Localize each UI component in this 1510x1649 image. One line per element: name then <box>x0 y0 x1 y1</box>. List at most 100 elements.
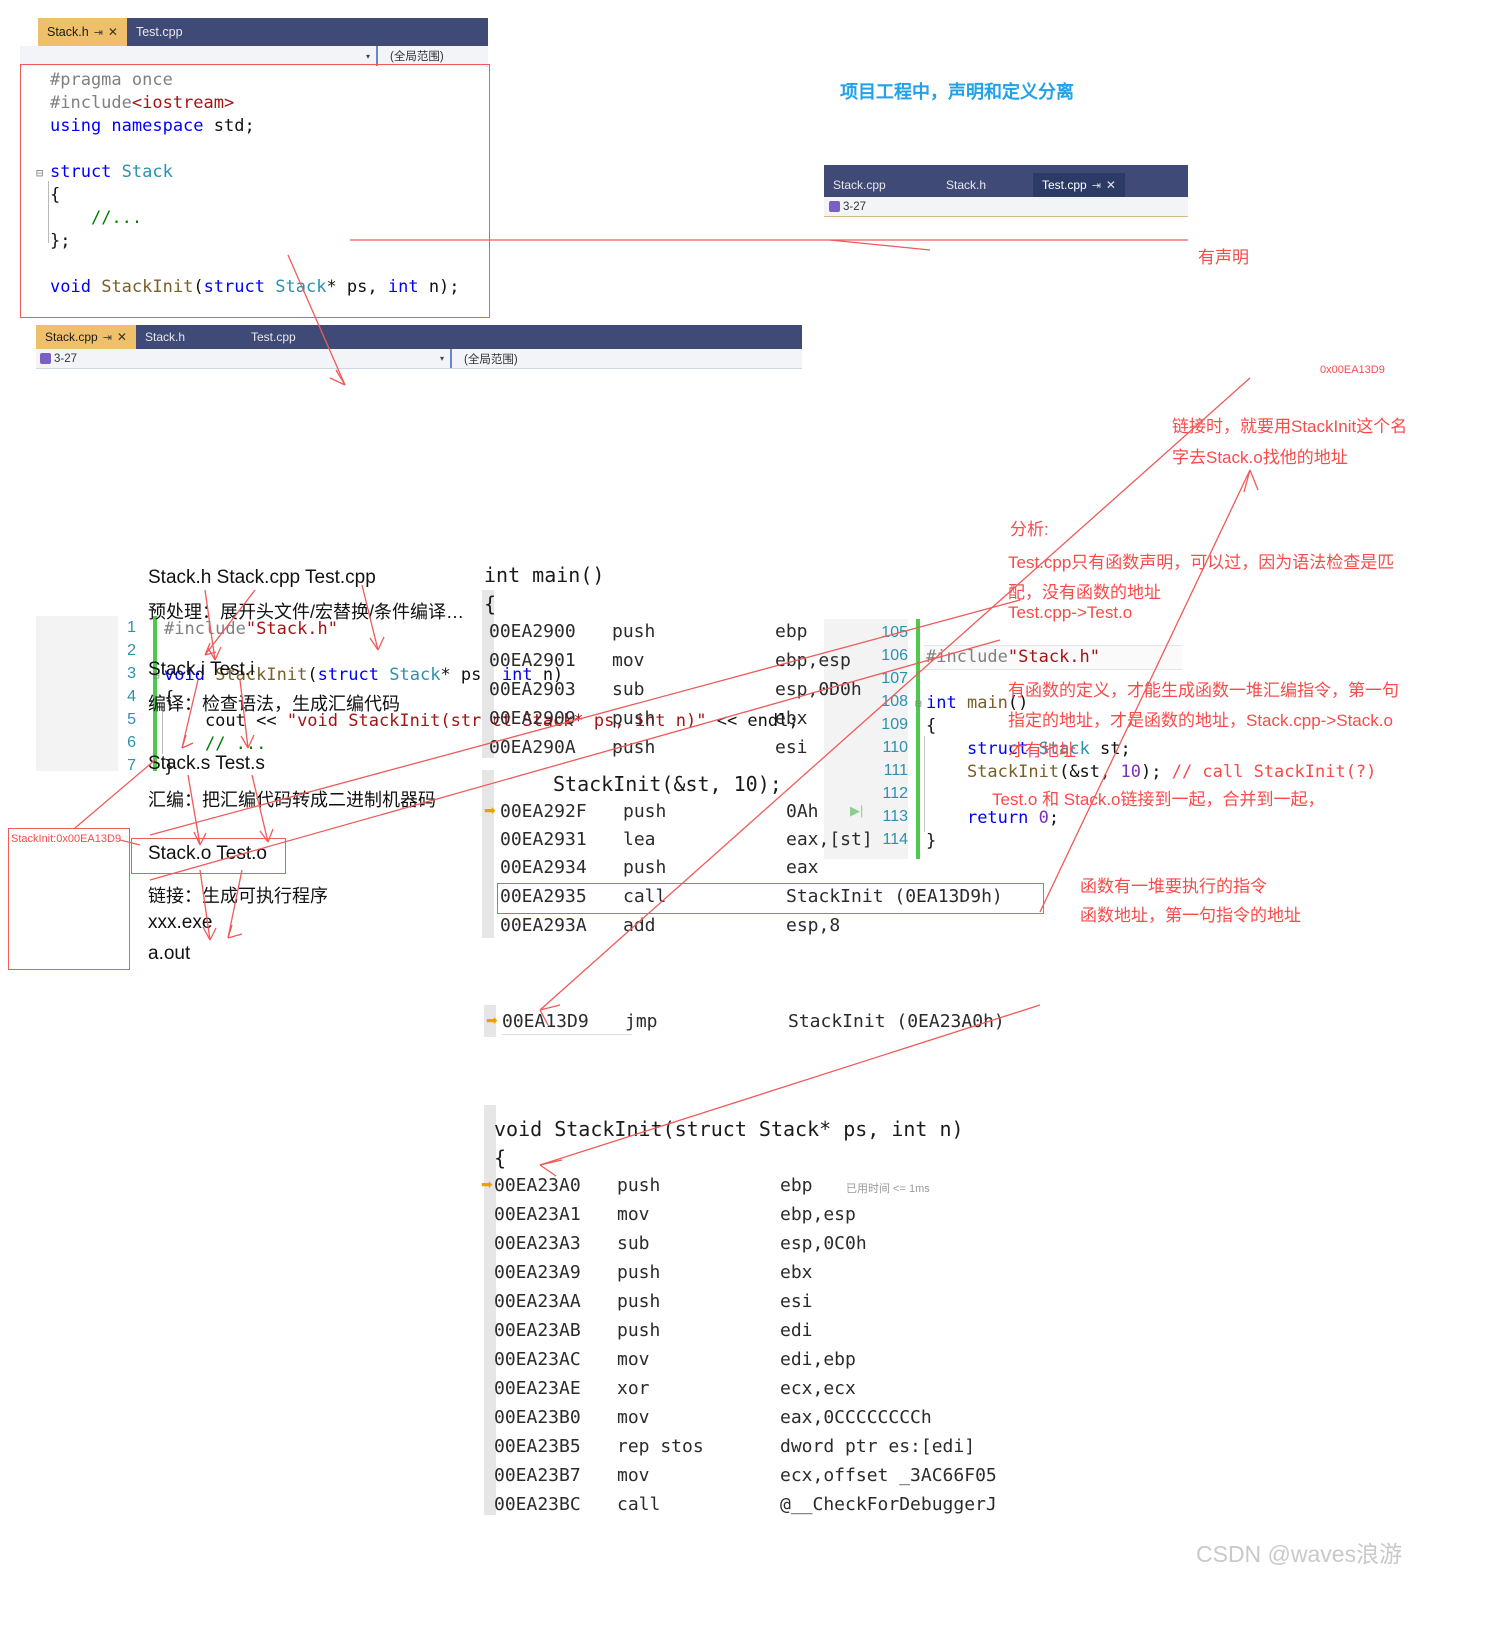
asm-row-op: push <box>617 1262 661 1283</box>
asm-row-arg: 0Ah <box>786 801 819 822</box>
tabstrip-stack-cpp: Stack.cpp ⇥ ✕ Stack.h Test.cpp <box>36 325 802 349</box>
asm-row-op: push <box>623 857 667 878</box>
asm-row-addr: 00EA23A3 <box>494 1233 581 1254</box>
asm-row-op: lea <box>623 829 656 850</box>
note-link-line2: 字去Stack.o找他的地址 <box>1172 448 1348 467</box>
asm-row-addr: 00EA2931 <box>500 829 587 850</box>
asm-row-op: xor <box>617 1378 650 1399</box>
line-number: 111 <box>883 762 908 779</box>
current-statement-icon-2: ➡ <box>486 1012 498 1028</box>
asm-row-addr: 00EA292F <box>500 801 587 822</box>
pipeline-row3-step: 汇编：把汇编代码转成二进制机器码 <box>148 790 436 810</box>
code-line: #pragma once <box>50 70 173 90</box>
asm-thunk-arg: StackInit (0EA23A0h) <box>788 1011 1005 1032</box>
asm-row-arg: ebx <box>780 1262 813 1283</box>
asm-row-addr: 00EA23AE <box>494 1378 581 1399</box>
note-func-instructions-1: 函数有一堆要执行的指令 <box>1080 877 1267 896</box>
code-test-cpp[interactable]: 105 106 107 108 109 110 111 112 113 114 … <box>824 619 1376 859</box>
line-number: 2 <box>127 642 136 659</box>
pin-icon[interactable]: ⇥ <box>1092 179 1101 192</box>
asm-row-addr: 00EA23AC <box>494 1349 581 1370</box>
pipeline-row1-step: 预处理：展开头文件/宏替换/条件编译… <box>148 602 465 622</box>
asm-row-op: rep stos <box>617 1436 704 1457</box>
code-stack-h[interactable]: #pragma once #include<iostream> using na… <box>22 66 486 314</box>
asm-row-addr: 00EA2900 <box>489 621 576 642</box>
asm-row-op: sub <box>612 679 645 700</box>
note-link-line1: 链接时，就要用StackInit这个名 <box>1172 417 1408 436</box>
asm-row-addr: 00EA2909 <box>489 708 576 729</box>
line-number: 5 <box>127 711 136 728</box>
asm-row-addr: 00EA23A9 <box>494 1262 581 1283</box>
tab-test-cpp-2[interactable]: Test.cpp <box>242 325 305 349</box>
chevron-down-icon[interactable]: ▾ <box>440 354 444 363</box>
asm-row-arg: ebp <box>780 1175 813 1196</box>
asm-row-op: push <box>612 708 656 729</box>
asm-row-addr: 00EA290A <box>489 737 576 758</box>
line-number: 106 <box>881 647 908 664</box>
asm-row-addr: 00EA293A <box>500 915 587 936</box>
chevron-down-icon[interactable]: ▾ <box>366 52 370 61</box>
asm-row-arg: esp,8 <box>786 915 841 936</box>
tab-stack-h-2[interactable]: Stack.h <box>136 325 242 349</box>
tab-stack-cpp[interactable]: Stack.cpp ⇥ ✕ <box>36 325 136 349</box>
asm-row-arg: dword ptr es:[edi] <box>780 1436 976 1457</box>
asm-row-addr: 00EA2903 <box>489 679 576 700</box>
asm-row-op: push <box>612 737 656 758</box>
navbar-stack-cpp: 3-27 ▾ (全局范围) <box>36 349 802 369</box>
asm-stackinit-header-2: { <box>494 1146 507 1170</box>
pipeline-aout: a.out <box>148 943 191 964</box>
asm-row-op: push <box>623 801 667 822</box>
tab-label: Stack.h <box>47 25 89 39</box>
asm-row-addr: 00EA23AA <box>494 1291 581 1312</box>
line-number: 4 <box>127 688 136 705</box>
asm-main-header-2: { <box>484 592 497 616</box>
page-title-note: 项目工程中，声明和定义分离 <box>840 82 1074 102</box>
asm-row-arg: esp,0C0h <box>780 1233 867 1254</box>
asm-row-op: mov <box>612 650 645 671</box>
pipeline-exe: xxx.exe <box>148 912 213 933</box>
asm-row-op: push <box>617 1175 661 1196</box>
asm-row-addr: 00EA2901 <box>489 650 576 671</box>
step-into-icon[interactable]: ▶| <box>850 803 863 819</box>
asm-row-arg: esp,0D0h <box>775 679 862 700</box>
tab-stack-h-3[interactable]: Stack.h <box>937 173 1033 197</box>
asm-row-op: call <box>617 1494 661 1515</box>
asm-row-arg: ebp,esp <box>775 650 851 671</box>
tab-test-cpp-3[interactable]: Test.cpp ⇥ ✕ <box>1033 173 1125 197</box>
asm-row-addr: 00EA23B0 <box>494 1407 581 1428</box>
current-statement-icon-3: ➡ <box>481 1176 493 1192</box>
tab-stack-h[interactable]: Stack.h ⇥ ✕ <box>38 18 127 46</box>
tab-stack-cpp-3[interactable]: Stack.cpp <box>824 173 937 197</box>
pin-icon[interactable]: ⇥ <box>94 26 103 39</box>
asm-row-op: add <box>623 915 656 936</box>
pipeline-row4-step: 链接：生成可执行程序 <box>148 886 328 906</box>
asm-row-arg: esi <box>780 1291 813 1312</box>
note-has-declaration: 有声明 <box>1198 248 1249 267</box>
pipeline-row4-files: Stack.o Test.o <box>148 843 267 864</box>
close-icon[interactable]: ✕ <box>108 25 118 39</box>
asm-row-addr: 00EA2935 <box>500 886 587 907</box>
line-number: 109 <box>881 716 908 733</box>
tab-test-cpp[interactable]: Test.cpp <box>127 18 192 46</box>
asm-main-gutter-2 <box>482 770 494 938</box>
pin-icon[interactable]: ⇥ <box>103 331 112 344</box>
asm-row-arg: ebp,esp <box>780 1204 856 1225</box>
tab-label: Stack.cpp <box>45 330 98 344</box>
asm-row-op: mov <box>617 1407 650 1428</box>
close-icon[interactable]: ✕ <box>1106 178 1116 192</box>
member-icon <box>40 353 51 364</box>
asm-main-header-1: int main() <box>484 563 605 587</box>
note-link-merge: Test.o 和 Stack.o链接到一起，合并到一起， <box>992 790 1325 809</box>
current-statement-icon: ➡ <box>484 802 496 818</box>
asm-row-addr: 00EA23AB <box>494 1320 581 1341</box>
asm-row-op: push <box>612 621 656 642</box>
inline-address-note: 0x00EA13D9 <box>1320 364 1385 376</box>
line-number: 105 <box>881 624 908 641</box>
asm-row-op: push <box>617 1291 661 1312</box>
tab-label: Test.cpp <box>1042 178 1087 192</box>
asm-row-arg: ecx,offset _3AC66F05 <box>780 1465 997 1486</box>
close-icon[interactable]: ✕ <box>117 330 127 344</box>
line-number: 1 <box>127 619 136 636</box>
tabstrip-stack-h: Stack.h ⇥ ✕ Test.cpp <box>38 18 488 46</box>
asm-row-arg: eax,[st] <box>786 829 873 850</box>
